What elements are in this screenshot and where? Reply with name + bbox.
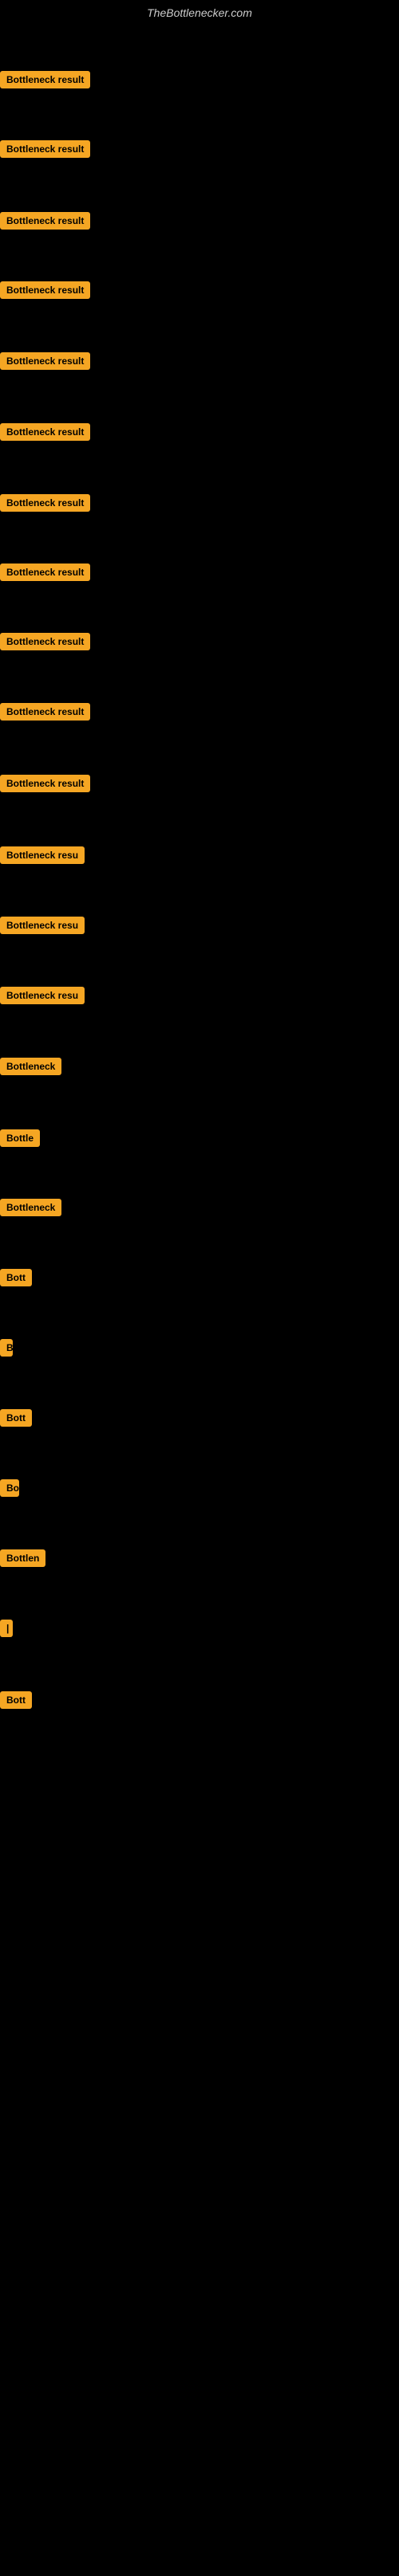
badge-row-21: Bo <box>0 1479 19 1501</box>
badge-row-22: Bottlen <box>0 1549 45 1571</box>
badge-row-16: Bottle <box>0 1129 40 1151</box>
bottleneck-badge-22[interactable]: Bottlen <box>0 1549 45 1567</box>
bottleneck-badge-2[interactable]: Bottleneck result <box>0 140 90 158</box>
badge-row-18: Bott <box>0 1269 32 1290</box>
badge-row-5: Bottleneck result <box>0 352 90 374</box>
bottleneck-badge-15[interactable]: Bottleneck <box>0 1058 61 1075</box>
bottleneck-badge-12[interactable]: Bottleneck resu <box>0 846 85 864</box>
bottleneck-badge-16[interactable]: Bottle <box>0 1129 40 1147</box>
badge-row-8: Bottleneck result <box>0 564 90 585</box>
badge-row-11: Bottleneck result <box>0 775 90 796</box>
badge-row-2: Bottleneck result <box>0 140 90 162</box>
bottleneck-badge-13[interactable]: Bottleneck resu <box>0 917 85 934</box>
bottleneck-badge-6[interactable]: Bottleneck result <box>0 423 90 441</box>
badge-row-12: Bottleneck resu <box>0 846 85 868</box>
badge-row-7: Bottleneck result <box>0 494 90 516</box>
site-title: TheBottlenecker.com <box>0 0 399 26</box>
badge-row-20: Bott <box>0 1409 32 1431</box>
bottleneck-badge-10[interactable]: Bottleneck result <box>0 703 90 721</box>
bottleneck-badge-14[interactable]: Bottleneck resu <box>0 987 85 1004</box>
bottleneck-badge-1[interactable]: Bottleneck result <box>0 71 90 88</box>
bottleneck-badge-23[interactable]: | <box>0 1620 13 1637</box>
badge-row-13: Bottleneck resu <box>0 917 85 938</box>
bottleneck-badge-5[interactable]: Bottleneck result <box>0 352 90 370</box>
badge-row-14: Bottleneck resu <box>0 987 85 1008</box>
bottleneck-badge-24[interactable]: Bott <box>0 1691 32 1709</box>
badge-row-6: Bottleneck result <box>0 423 90 445</box>
bottleneck-badge-3[interactable]: Bottleneck result <box>0 212 90 230</box>
badge-row-24: Bott <box>0 1691 32 1713</box>
badge-row-1: Bottleneck result <box>0 71 90 92</box>
bottleneck-badge-19[interactable]: B <box>0 1339 13 1357</box>
bottleneck-badge-9[interactable]: Bottleneck result <box>0 633 90 650</box>
bottleneck-badge-4[interactable]: Bottleneck result <box>0 281 90 299</box>
badge-row-15: Bottleneck <box>0 1058 61 1079</box>
bottleneck-badge-7[interactable]: Bottleneck result <box>0 494 90 512</box>
badge-row-4: Bottleneck result <box>0 281 90 303</box>
badge-row-3: Bottleneck result <box>0 212 90 234</box>
badge-row-17: Bottleneck <box>0 1199 61 1220</box>
badge-row-9: Bottleneck result <box>0 633 90 654</box>
badge-row-19: B <box>0 1339 13 1361</box>
bottleneck-badge-11[interactable]: Bottleneck result <box>0 775 90 792</box>
bottleneck-badge-18[interactable]: Bott <box>0 1269 32 1286</box>
badge-row-23: | <box>0 1620 13 1641</box>
bottleneck-badge-8[interactable]: Bottleneck result <box>0 564 90 581</box>
bottleneck-badge-17[interactable]: Bottleneck <box>0 1199 61 1216</box>
bottleneck-badge-21[interactable]: Bo <box>0 1479 19 1497</box>
bottleneck-badge-20[interactable]: Bott <box>0 1409 32 1427</box>
badge-row-10: Bottleneck result <box>0 703 90 724</box>
